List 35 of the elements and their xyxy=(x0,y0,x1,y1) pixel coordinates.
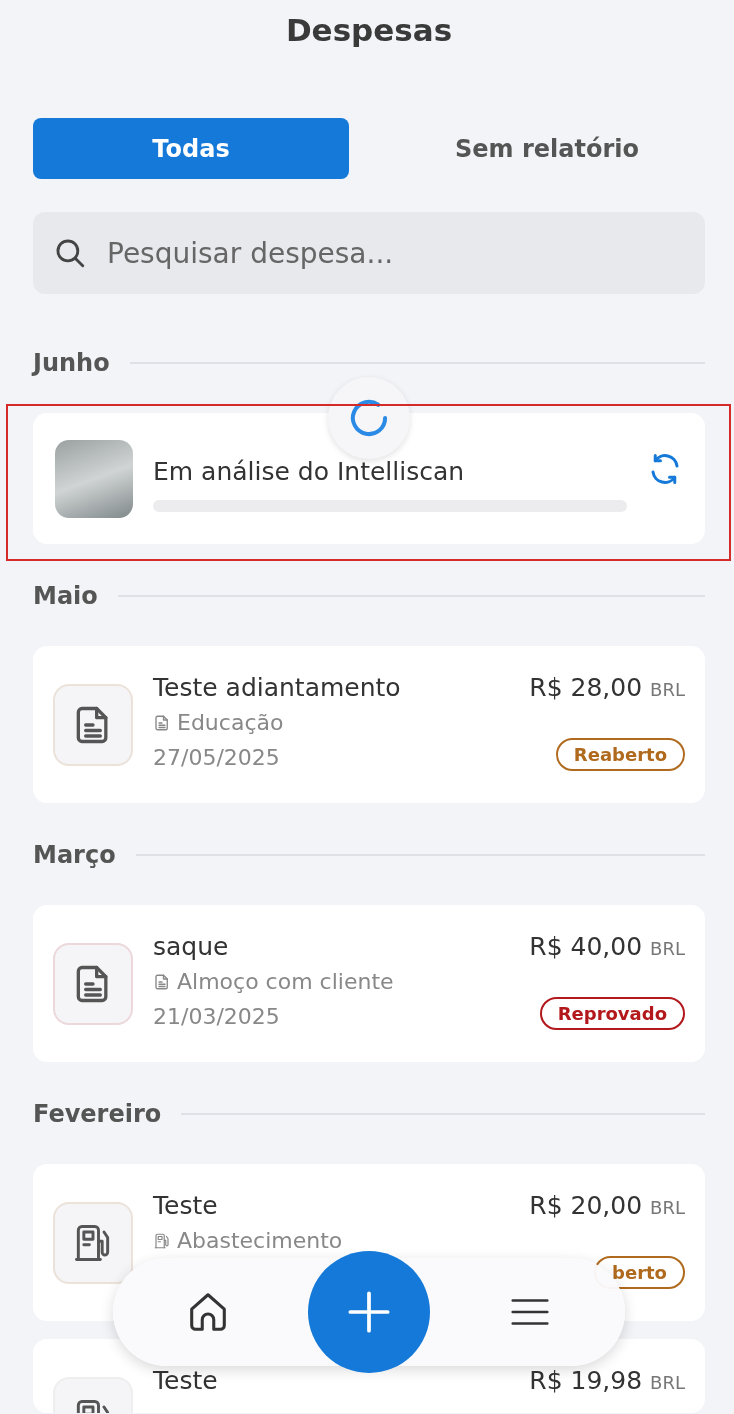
expense-date: 27/05/2025 xyxy=(153,744,281,772)
currency-code: BRL xyxy=(650,1197,685,1218)
expense-date: 21/03/2025 xyxy=(153,1003,281,1031)
document-icon xyxy=(153,714,171,732)
expense-title: Teste xyxy=(153,1190,219,1222)
expense-title: Teste xyxy=(153,1365,219,1397)
tab[interactable]: Todas xyxy=(33,118,349,179)
expense-title: Teste adiantamento xyxy=(153,672,402,704)
expense-card[interactable]: Em análise do Intelliscan xyxy=(33,413,705,544)
screen-title: Despesas xyxy=(285,12,453,48)
section-title: Junho xyxy=(33,349,110,377)
section-title: Maio xyxy=(33,582,98,610)
expense-amount: R$ 20,00 xyxy=(529,1190,643,1222)
expense-category: Almoço com cliente xyxy=(177,968,394,996)
currency-code: BRL xyxy=(650,938,685,959)
expense-amount: R$ 28,00 xyxy=(529,672,643,704)
section-title: Março xyxy=(33,841,116,869)
search-input[interactable]: Pesquisar despesa... xyxy=(105,235,685,271)
fuel-pump-icon xyxy=(153,1232,171,1250)
expense-title: saque xyxy=(153,931,230,963)
expense-card[interactable]: Teste adiantamento Educação 27/05/2025 R$ 28,00 BRL Reaberto xyxy=(33,646,705,803)
document-icon xyxy=(153,973,171,991)
search-field[interactable]: Pesquisar despesa... xyxy=(33,212,705,294)
status-badge: Reaberto xyxy=(555,738,685,771)
expense-category: Educação xyxy=(177,709,284,737)
expense-amount: R$ 19,98 xyxy=(529,1365,643,1397)
section-title: Fevereiro xyxy=(33,1100,162,1128)
currency-code: BRL xyxy=(650,679,685,700)
tab[interactable]: Sem relatório xyxy=(389,118,705,179)
expense-amount: R$ 40,00 xyxy=(529,931,643,963)
status-badge: Reprovado xyxy=(539,997,685,1030)
expense-category: Abastecimento xyxy=(177,1227,343,1255)
scan-status-text: Em análise do Intelliscan xyxy=(153,457,466,486)
currency-code: BRL xyxy=(650,1372,685,1393)
expense-card[interactable]: saque Almoço com cliente 21/03/2025 R$ 40,00 BRL Reprovado xyxy=(33,905,705,1062)
